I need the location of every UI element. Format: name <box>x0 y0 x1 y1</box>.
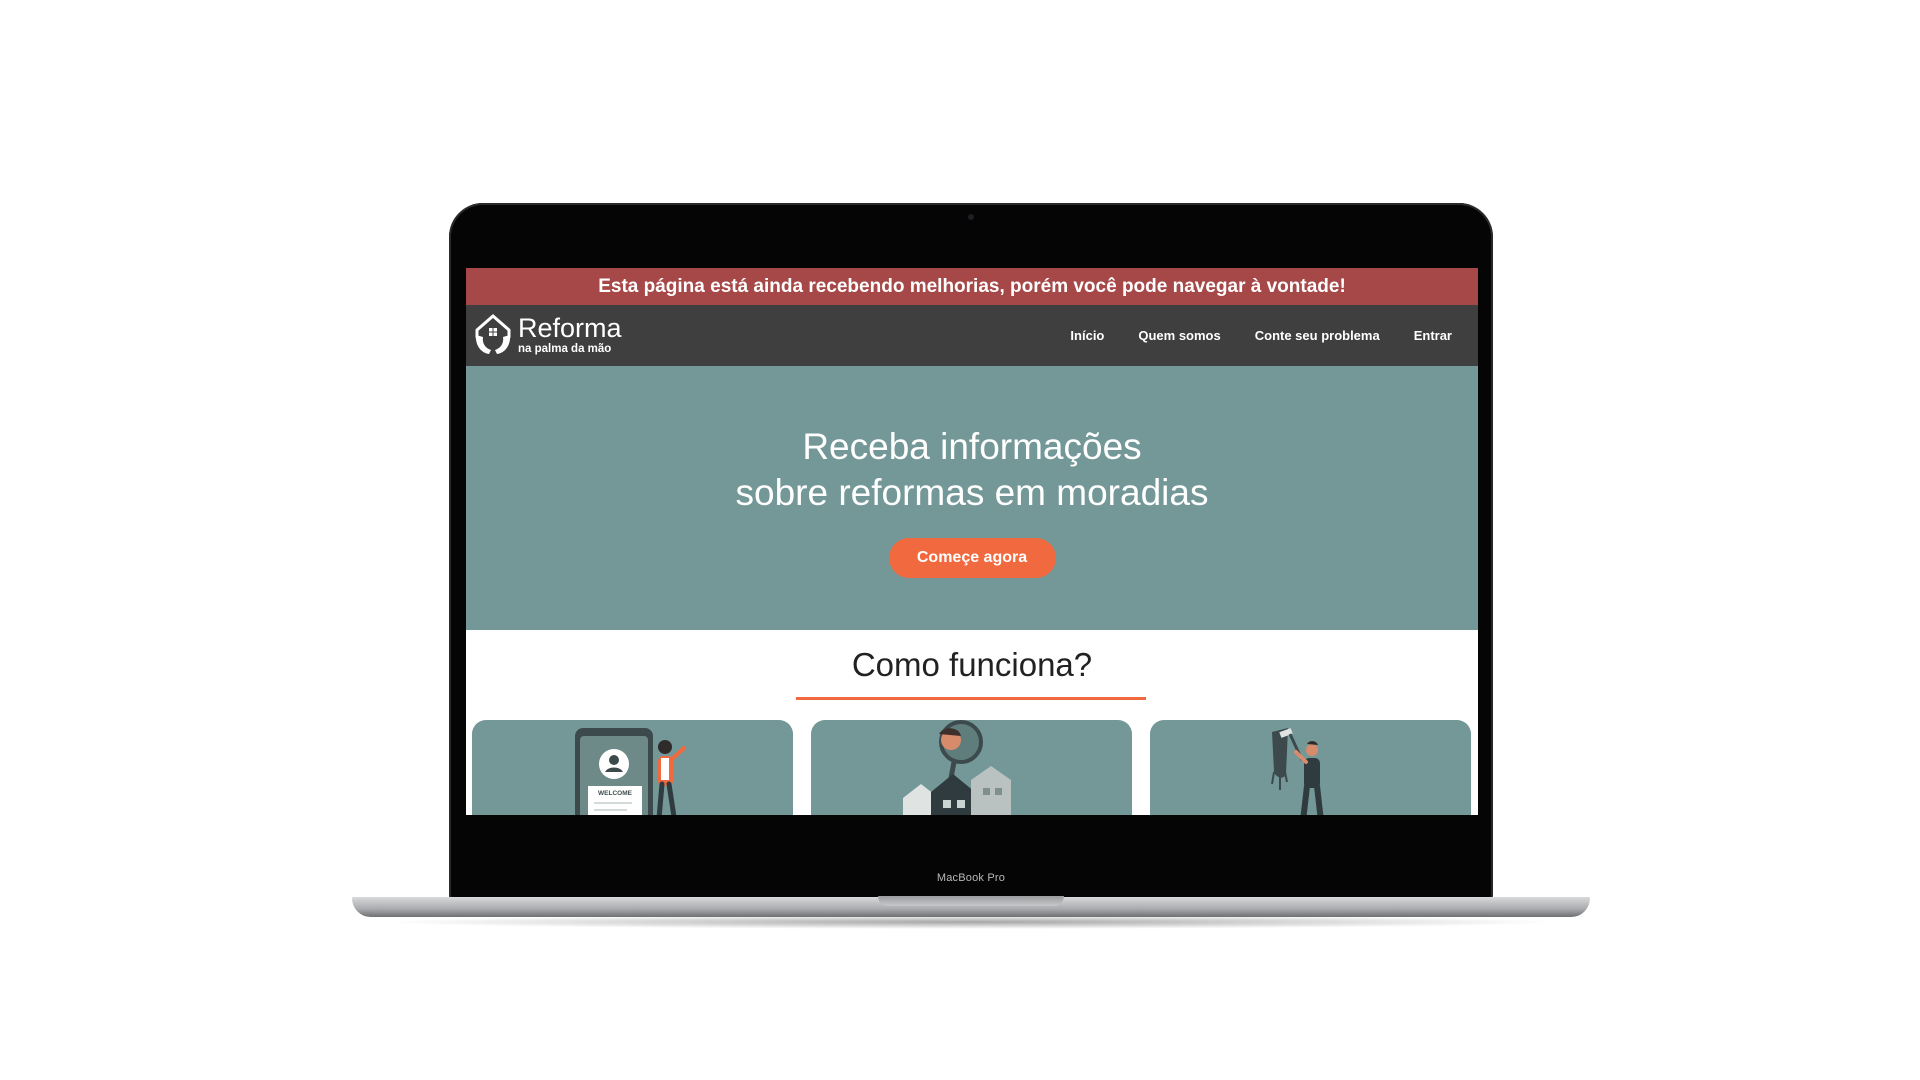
notice-text: Esta página está ainda recebendo melhori… <box>598 275 1346 297</box>
main-nav: Início Quem somos Conte seu problema Ent… <box>1070 328 1452 343</box>
nav-entrar[interactable]: Entrar <box>1414 328 1452 343</box>
laptop-notch <box>878 896 1064 906</box>
how-card-3[interactable] <box>1150 720 1471 815</box>
hero-title-line1: Receba informações <box>802 426 1142 467</box>
phone-welcome-illustration: WELCOME <box>575 728 686 815</box>
laptop-screen: Esta página está ainda recebendo melhori… <box>466 268 1478 815</box>
nav-inicio[interactable]: Início <box>1070 328 1104 343</box>
start-now-button[interactable]: Começe agora <box>888 538 1056 578</box>
house-hands-icon <box>475 314 511 354</box>
laptop-model-label: MacBook Pro <box>936 872 1006 884</box>
welcome-text: WELCOME <box>598 790 633 797</box>
how-it-works-title: Como funciona? <box>851 646 1093 683</box>
brand-logo[interactable]: Reforma na palma da mão <box>472 313 622 359</box>
laptop-base-shadow <box>380 915 1562 929</box>
how-it-works-section: Como funciona? WELCOME <box>466 630 1478 815</box>
title-underline <box>796 697 1146 700</box>
hero-title-line2: sobre reformas em moradias <box>735 472 1209 513</box>
brand-name: Reforma <box>518 313 622 344</box>
nav-conte-seu-problema[interactable]: Conte seu problema <box>1255 328 1380 343</box>
how-card-1[interactable]: WELCOME <box>472 720 793 815</box>
painter-illustration <box>1271 728 1324 815</box>
notice-banner: Esta página está ainda recebendo melhori… <box>466 268 1478 305</box>
brand-tagline: na palma da mão <box>518 343 612 356</box>
camera-dot <box>968 214 974 220</box>
how-it-works-cards: WELCOME <box>472 720 1471 815</box>
navbar: Reforma na palma da mão Início Quem somo… <box>466 305 1478 366</box>
hero-section: Receba informações sobre reformas em mor… <box>466 366 1478 630</box>
how-card-2[interactable] <box>811 720 1132 815</box>
house-search-illustration <box>903 720 1011 815</box>
nav-quem-somos[interactable]: Quem somos <box>1138 328 1220 343</box>
